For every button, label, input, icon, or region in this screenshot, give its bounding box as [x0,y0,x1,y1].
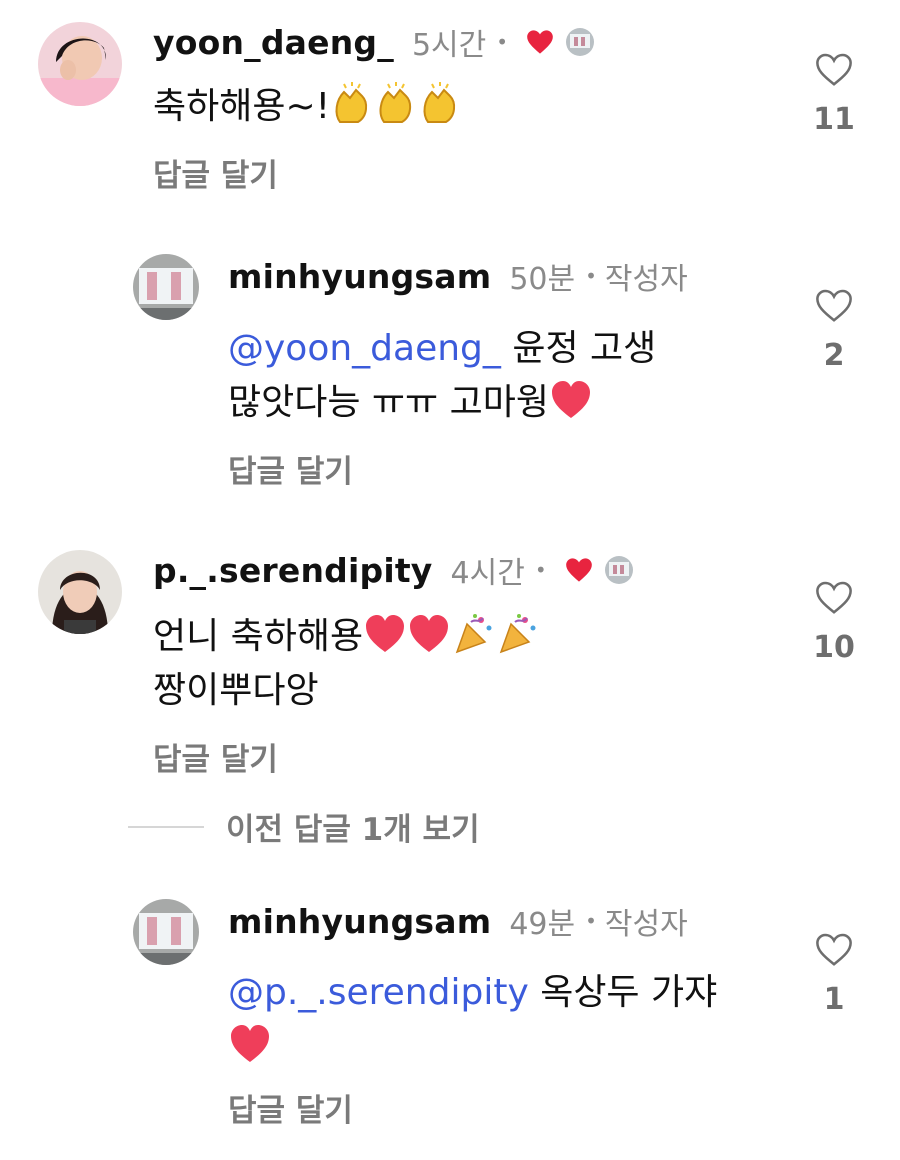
clapping-hands-emoji-icon [423,82,456,123]
reply-button[interactable]: 답글 달기 [153,150,278,195]
like-count: 11 [813,102,855,137]
divider-line [128,825,204,828]
username[interactable]: minhyungsam [228,902,491,941]
heart-outline-icon[interactable] [815,580,853,616]
avatar[interactable] [38,22,122,106]
username[interactable]: p._.serendipity [153,551,433,590]
red-heart-emoji-icon [366,615,405,652]
like-count: 2 [823,338,845,373]
comment-text: @yoon_daeng_ 윤정 고생 많앗다능 ㅠㅠ 고마웡 [228,328,657,423]
timestamp: 5시간 [411,28,487,63]
heart-outline-icon[interactable] [815,52,853,88]
comment-text: 언니 축하해용 짱이뿌다앙 [153,610,539,718]
avatar[interactable] [38,550,122,634]
red-heart-emoji-icon [410,615,449,652]
heart-outline-icon[interactable] [815,288,853,324]
clapping-hands-emoji-icon [335,82,368,123]
profile-photo-icon [133,254,199,320]
like-column: 11 [804,52,864,137]
author-liked-heart-icon [527,30,553,54]
reply-button[interactable]: 답글 달기 [153,734,278,779]
author-badge: 작성자 [604,262,688,297]
like-column: 10 [804,580,864,665]
avatar[interactable] [133,899,199,965]
profile-photo-icon [38,22,122,106]
author-liked-heart-icon [565,558,592,582]
separator-dot: • [496,30,509,54]
author-badge: 작성자 [604,907,688,942]
reply-button[interactable]: 답글 달기 [228,446,353,491]
red-heart-emoji-icon [551,381,590,418]
comment-text: @p._.serendipity 옥상두 가쟈 [228,966,717,1074]
mention-link[interactable]: @yoon_daeng_ [228,328,501,369]
like-count: 1 [823,982,845,1017]
clapping-hands-emoji-icon [379,82,412,123]
like-count: 10 [813,630,855,665]
like-column: 1 [804,932,864,1017]
author-avatar-icon [604,556,633,584]
timestamp: 49분 [509,907,576,942]
timestamp: 4시간 [450,556,525,591]
view-previous-label: 이전 답글 1개 보기 [226,812,480,848]
reply-button[interactable]: 답글 달기 [228,1085,353,1130]
red-heart-emoji-icon [231,1025,269,1062]
username[interactable]: yoon_daeng_ [153,23,394,62]
avatar[interactable] [133,254,199,320]
comment-text: 축하해용~! [153,80,462,134]
like-column: 2 [804,288,864,373]
heart-outline-icon[interactable] [815,932,853,968]
party-popper-emoji-icon [455,614,492,654]
separator-dot: • [585,909,597,933]
mention-link[interactable]: @p._.serendipity [228,972,529,1013]
separator-dot: • [534,558,547,582]
username[interactable]: minhyungsam [228,257,491,296]
profile-photo-icon [38,550,122,634]
separator-dot: • [585,264,597,288]
view-previous-replies-button[interactable]: 이전 답글 1개 보기 [128,804,480,849]
author-avatar-icon [566,28,595,56]
timestamp: 50분 [509,262,576,297]
profile-photo-icon [133,899,199,965]
party-popper-emoji-icon [499,614,536,654]
